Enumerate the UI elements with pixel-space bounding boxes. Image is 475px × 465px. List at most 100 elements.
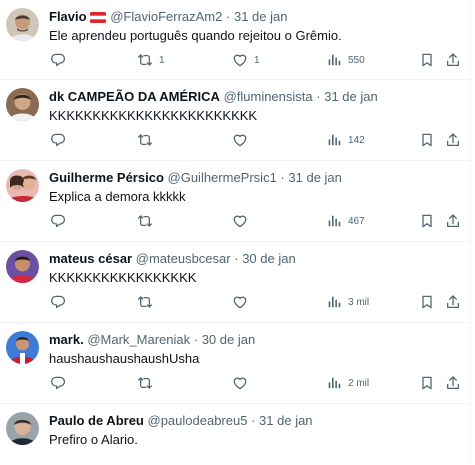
tweet-text: haushaushaushaushUsha bbox=[49, 351, 200, 366]
author-name[interactable]: Guilherme Pérsico bbox=[49, 170, 164, 185]
bookmark-button[interactable] bbox=[419, 132, 435, 148]
views-button[interactable]: 3 mil bbox=[326, 294, 369, 310]
action-bar: 142 bbox=[0, 132, 470, 148]
tweet[interactable]: Flavio @FlavioFerrazAm2 · 31 de jan Ele … bbox=[0, 0, 470, 80]
author-name[interactable]: dk CAMPEÃO DA AMÉRICA bbox=[49, 89, 220, 104]
reply-button[interactable] bbox=[50, 375, 66, 391]
action-bar: 2 mil bbox=[0, 375, 470, 391]
heart-icon bbox=[232, 213, 248, 229]
author-handle[interactable]: @GuilhermePrsic1 bbox=[168, 170, 277, 185]
retweet-button[interactable] bbox=[137, 294, 159, 310]
reply-feed: Flavio @FlavioFerrazAm2 · 31 de jan Ele … bbox=[0, 0, 470, 465]
author-handle[interactable]: @Mark_Mareniak bbox=[87, 332, 190, 347]
post-date[interactable]: 31 de jan bbox=[288, 170, 342, 185]
author-name[interactable]: Flavio bbox=[49, 9, 87, 24]
bookmark-button[interactable] bbox=[419, 213, 435, 229]
bookmark-button[interactable] bbox=[419, 294, 435, 310]
bookmark-icon bbox=[419, 294, 435, 310]
reply-icon bbox=[50, 52, 66, 68]
author-name[interactable]: mark. bbox=[49, 332, 84, 347]
author-handle[interactable]: @mateusbcesar bbox=[136, 251, 231, 266]
share-icon bbox=[445, 52, 461, 68]
heart-icon bbox=[232, 375, 248, 391]
post-date[interactable]: 30 de jan bbox=[202, 332, 256, 347]
share-button[interactable] bbox=[445, 132, 461, 148]
share-icon bbox=[445, 294, 461, 310]
bookmark-icon bbox=[419, 375, 435, 391]
views-button[interactable]: 142 bbox=[326, 132, 365, 148]
heart-icon bbox=[232, 132, 248, 148]
author-handle[interactable]: @fluminensista bbox=[224, 89, 313, 104]
separator: · bbox=[226, 9, 231, 24]
post-date[interactable]: 31 de jan bbox=[259, 413, 313, 428]
views-icon bbox=[326, 294, 342, 310]
author-name[interactable]: Paulo de Abreu bbox=[49, 413, 144, 428]
views-icon bbox=[326, 213, 342, 229]
reply-icon bbox=[50, 375, 66, 391]
post-date[interactable]: 31 de jan bbox=[324, 89, 378, 104]
avatar[interactable] bbox=[6, 250, 39, 283]
avatar[interactable] bbox=[6, 412, 39, 445]
bookmark-button[interactable] bbox=[419, 52, 435, 68]
share-button[interactable] bbox=[445, 213, 461, 229]
retweet-button[interactable] bbox=[137, 375, 159, 391]
share-icon bbox=[445, 132, 461, 148]
author-handle[interactable]: @FlavioFerrazAm2 bbox=[110, 9, 222, 24]
reply-icon bbox=[50, 132, 66, 148]
tweet-text: Explica a demora kkkkk bbox=[49, 189, 186, 204]
reply-icon bbox=[50, 294, 66, 310]
post-date[interactable]: 30 de jan bbox=[242, 251, 296, 266]
avatar[interactable] bbox=[6, 169, 39, 202]
separator: · bbox=[193, 332, 199, 347]
retweet-icon bbox=[137, 375, 153, 391]
post-date[interactable]: 31 de jan bbox=[234, 9, 288, 24]
like-button[interactable] bbox=[232, 132, 254, 148]
views-icon bbox=[326, 375, 342, 391]
bookmark-button[interactable] bbox=[419, 375, 435, 391]
separator: · bbox=[280, 170, 285, 185]
retweet-button[interactable] bbox=[137, 132, 159, 148]
retweet-count: 1 bbox=[159, 54, 165, 66]
views-button[interactable]: 550 bbox=[326, 52, 365, 68]
tweet[interactable]: mark. @Mark_Mareniak · 30 de jan haushau… bbox=[0, 323, 470, 404]
tweet-text: KKKKKKKKKKKKKKKKKKKKKKKK bbox=[49, 108, 258, 123]
share-button[interactable] bbox=[445, 375, 461, 391]
retweet-button[interactable] bbox=[137, 213, 159, 229]
views-count: 3 mil bbox=[348, 296, 370, 308]
views-button[interactable]: 2 mil bbox=[326, 375, 369, 391]
bookmark-icon bbox=[419, 213, 435, 229]
tweet[interactable]: Paulo de Abreu @paulodeabreu5 · 31 de ja… bbox=[0, 404, 470, 465]
retweet-icon bbox=[137, 132, 153, 148]
reply-button[interactable] bbox=[50, 52, 66, 68]
retweet-icon bbox=[137, 213, 153, 229]
views-icon bbox=[326, 52, 342, 68]
like-button[interactable] bbox=[232, 294, 254, 310]
tweet[interactable]: dk CAMPEÃO DA AMÉRICA @fluminensista · 3… bbox=[0, 80, 470, 161]
avatar[interactable] bbox=[6, 331, 39, 364]
author-name[interactable]: mateus césar bbox=[49, 251, 132, 266]
like-button[interactable] bbox=[232, 375, 254, 391]
separator: · bbox=[251, 413, 256, 428]
separator: · bbox=[234, 251, 239, 266]
retweet-button[interactable]: 1 bbox=[137, 52, 165, 68]
share-button[interactable] bbox=[445, 294, 461, 310]
reply-button[interactable] bbox=[50, 213, 66, 229]
tweet-text: Prefiro o Alario. bbox=[49, 432, 138, 447]
like-count: 1 bbox=[254, 54, 260, 66]
author-handle[interactable]: @paulodeabreu5 bbox=[148, 413, 248, 428]
avatar[interactable] bbox=[6, 8, 39, 41]
like-button[interactable]: 1 bbox=[232, 52, 260, 68]
views-button[interactable]: 467 bbox=[326, 213, 365, 229]
avatar[interactable] bbox=[6, 88, 39, 121]
column-divider bbox=[470, 0, 471, 460]
reply-button[interactable] bbox=[50, 132, 66, 148]
share-icon bbox=[445, 375, 461, 391]
action-bar: 467 bbox=[0, 213, 470, 229]
bookmark-icon bbox=[419, 52, 435, 68]
share-button[interactable] bbox=[445, 52, 461, 68]
like-button[interactable] bbox=[232, 213, 254, 229]
tweet[interactable]: mateus césar @mateusbcesar · 30 de jan K… bbox=[0, 242, 470, 323]
action-bar: 3 mil bbox=[0, 294, 470, 310]
tweet[interactable]: Guilherme Pérsico @GuilhermePrsic1 · 31 … bbox=[0, 161, 470, 242]
reply-button[interactable] bbox=[50, 294, 66, 310]
